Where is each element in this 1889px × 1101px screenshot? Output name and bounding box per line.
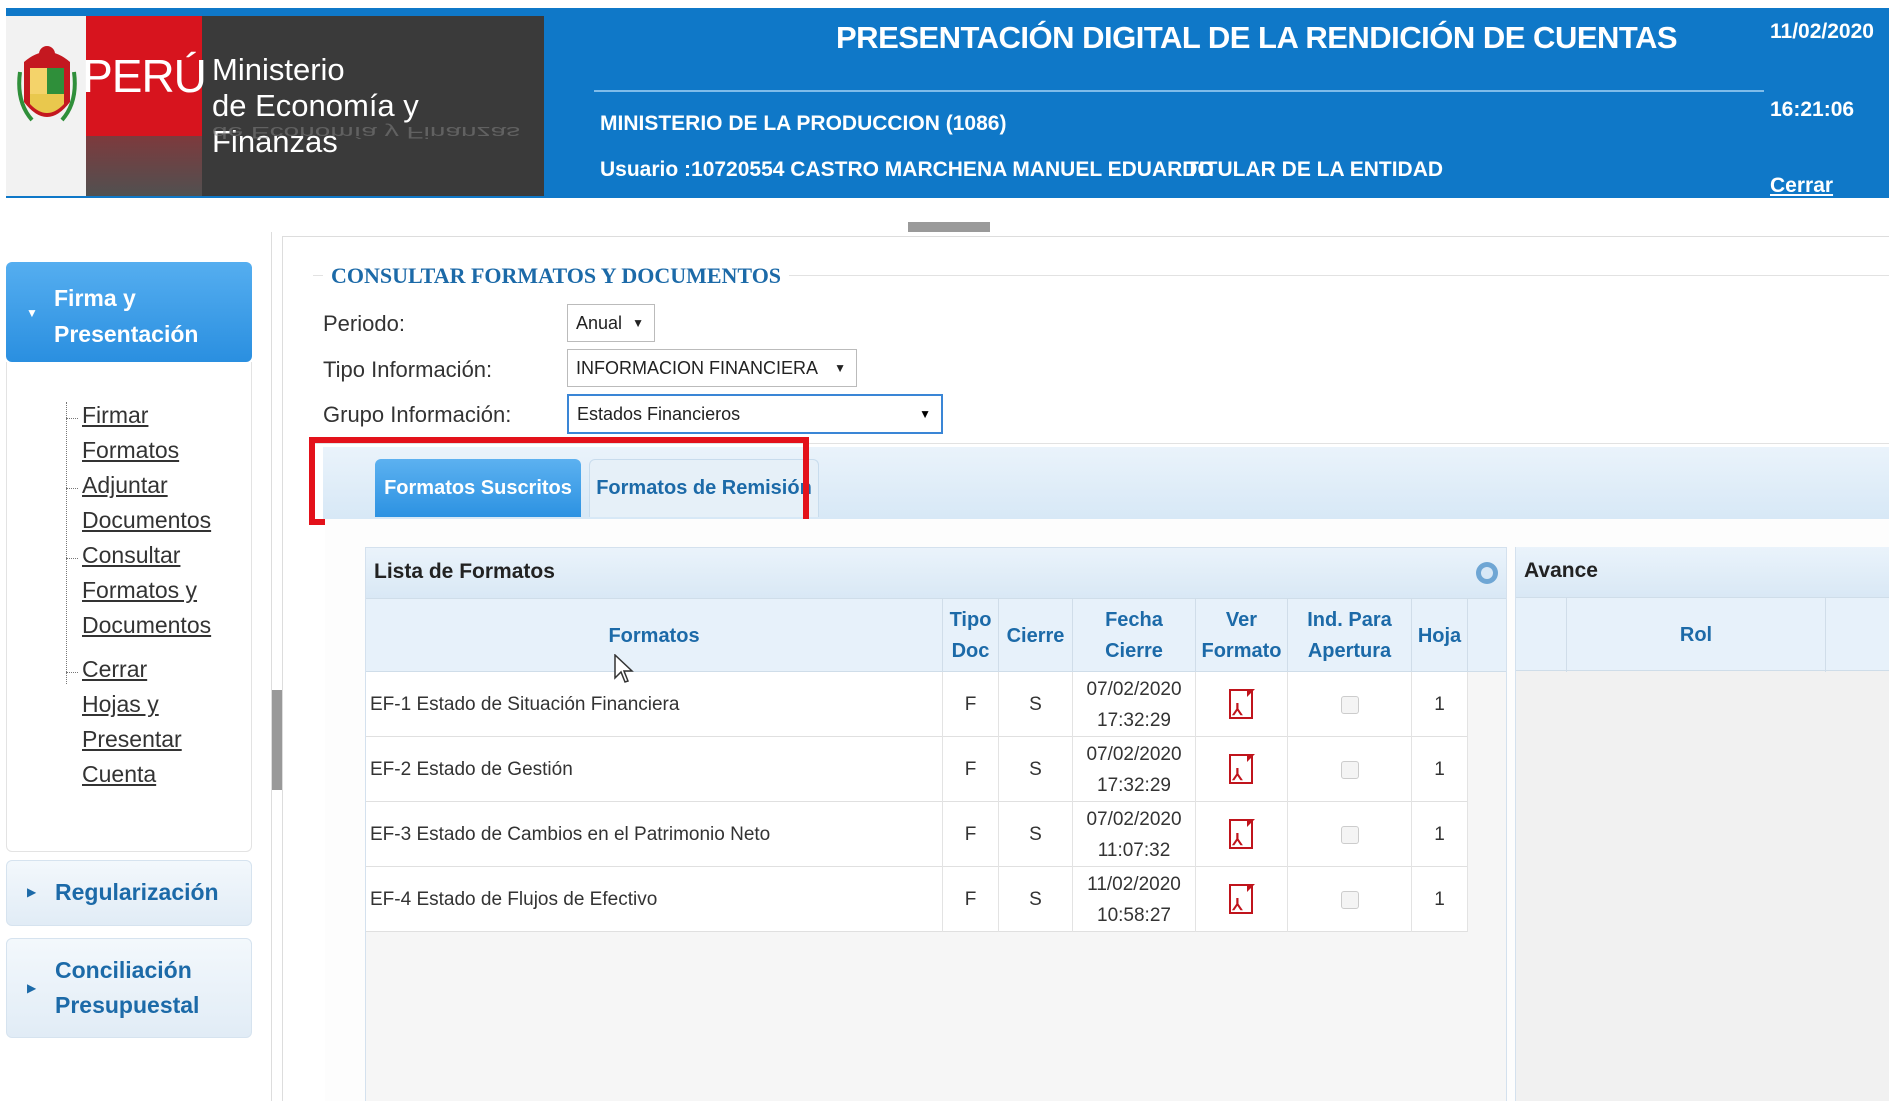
col-formatos[interactable]: Formatos [366,599,943,673]
pdf-icon[interactable]: ⅄ [1228,883,1255,916]
peru-brand: PERÚ [82,16,207,136]
cell-cierre: S [999,802,1073,867]
cell-hoja: 1 [1412,802,1468,867]
caret-down-icon: ▼ [632,316,644,330]
tipo-informacion-label: Tipo Información: [323,357,493,382]
tree-connector [66,402,67,684]
cell-fecha: 07/02/2020 17:32:29 [1073,737,1196,802]
ministry-name: Ministerio de Economía y Finanzas [212,52,419,159]
nav-link-adjuntar-documentos[interactable]: Adjuntar Documentos [82,468,211,538]
user-role: TITULAR DE LA ENTIDAD [1186,158,1444,181]
col-rol[interactable]: Rol [1566,598,1826,672]
pdf-icon[interactable]: ⅄ [1228,818,1255,851]
current-time: 16:21:06 [1770,98,1855,121]
col-fecha-cierre[interactable]: Fecha Cierre [1073,599,1196,673]
section-title: CONSULTAR FORMATOS Y DOCUMENTOS [323,263,790,289]
main-panel: CONSULTAR FORMATOS Y DOCUMENTOS Periodo:… [282,236,1889,1101]
cell-formato: EF-3 Estado de Cambios en el Patrimonio … [366,802,943,867]
grid-header: Formatos Tipo Doc Cierre Fecha Cierre Ver F… [366,598,1506,673]
pdf-icon[interactable]: ⅄ [1228,753,1255,786]
table-row[interactable]: EF-2 Estado de Gestión F S 07/02/2020 17:… [366,737,1468,802]
col-hoja[interactable]: Hoja [1412,599,1468,673]
chevron-right-icon: ▶ [27,885,37,899]
mef-logo: PERÚ Ministerio de Economía y Finanzas d… [6,16,544,196]
cell-hoja: 1 [1412,737,1468,802]
nav-link-firmar-formatos[interactable]: Firmar Formatos [82,398,179,468]
cell-cierre: S [999,867,1073,932]
cell-cierre: S [999,672,1073,737]
table-row[interactable]: EF-1 Estado de Situación Financiera F S … [366,672,1468,737]
cell-tipo: F [943,802,999,867]
user-info: Usuario :10720554 CASTRO MARCHENA MANUEL… [600,158,1214,181]
apertura-checkbox[interactable] [1340,890,1359,909]
highlight-annotation-box [309,437,809,525]
col-ind-apertura[interactable]: Ind. Para Apertura [1288,599,1412,673]
entity-name: MINISTERIO DE LA PRODUCCION (1086) [600,112,1007,135]
page-title: PRESENTACIÓN DIGITAL DE LA RENDICIÓN DE … [836,20,1678,55]
cell-tipo: F [943,867,999,932]
coat-of-arms-icon [17,46,77,122]
grupo-informacion-label: Grupo Información: [323,402,512,427]
cell-formato: EF-2 Estado de Gestión [366,737,943,802]
cell-fecha: 11/02/2020 10:58:27 [1073,867,1196,932]
accordion-regularizacion[interactable]: ▶ Regularización [6,860,252,926]
cell-hoja: 1 [1412,867,1468,932]
grupo-informacion-select[interactable]: Estados Financieros ▼ [567,394,943,434]
app-header: PERÚ Ministerio de Economía y Finanzas d… [6,8,1889,221]
periodo-select[interactable]: Anual ▼ [567,304,655,342]
accordion-conciliacion-presupuestal[interactable]: ▶ Conciliación Presupuestal [6,938,252,1038]
chevron-right-icon: ▶ [27,981,37,995]
cell-formato: EF-4 Estado de Flujos de Efectivo [366,867,943,932]
avance-title: Avance [1524,559,1598,582]
cell-fecha: 07/02/2020 11:07:32 [1073,802,1196,867]
accordion-firma-presentacion[interactable]: ▼ Firma y Presentación [6,262,252,362]
cell-tipo: F [943,672,999,737]
collapse-icon[interactable] [1476,562,1498,584]
logout-link[interactable]: Cerrar sesión [1770,174,1889,222]
cell-fecha: 07/02/2020 17:32:29 [1073,672,1196,737]
caret-down-icon: ▼ [834,361,846,375]
grid-title: Lista de Formatos [374,560,555,583]
pdf-icon[interactable]: ⅄ [1228,688,1255,721]
cell-tipo: F [943,737,999,802]
apertura-checkbox[interactable] [1340,695,1359,714]
table-row[interactable]: EF-3 Estado de Cambios en el Patrimonio … [366,802,1468,867]
col-tipo-doc[interactable]: Tipo Doc [943,599,999,673]
avance-panel: Avance Rol [1515,547,1889,1101]
nav-link-cerrar-hojas[interactable]: Cerrar Hojas y Presentar Cuenta [82,652,182,792]
mouse-cursor-icon [614,654,634,683]
tipo-informacion-select[interactable]: INFORMACION FINANCIERA ▼ [567,349,857,387]
caret-down-icon: ▼ [919,407,931,421]
formatos-grid: Lista de Formatos Formatos Tipo Doc Cierr… [365,547,1507,1101]
layout-splitter-handle[interactable] [908,222,990,232]
periodo-label: Periodo: [323,311,405,336]
header-divider [594,90,1764,92]
col-ver-formato[interactable]: Ver Formato [1196,599,1288,673]
cell-cierre: S [999,737,1073,802]
nav-link-consultar-formatos[interactable]: Consultar Formatos y Documentos [82,538,211,643]
sidebar-scrollbar[interactable] [272,690,282,790]
sidebar: ▼ Firma y Presentación Firmar Formatos A… [0,232,272,1101]
current-date: 11/02/2020 [1770,20,1874,43]
table-row[interactable]: EF-4 Estado de Flujos de Efectivo F S 11… [366,867,1468,932]
apertura-checkbox[interactable] [1340,760,1359,779]
col-cierre[interactable]: Cierre [999,599,1073,673]
cell-formato: EF-1 Estado de Situación Financiera [366,672,943,737]
apertura-checkbox[interactable] [1340,825,1359,844]
cell-hoja: 1 [1412,672,1468,737]
chevron-down-icon: ▼ [26,306,38,320]
